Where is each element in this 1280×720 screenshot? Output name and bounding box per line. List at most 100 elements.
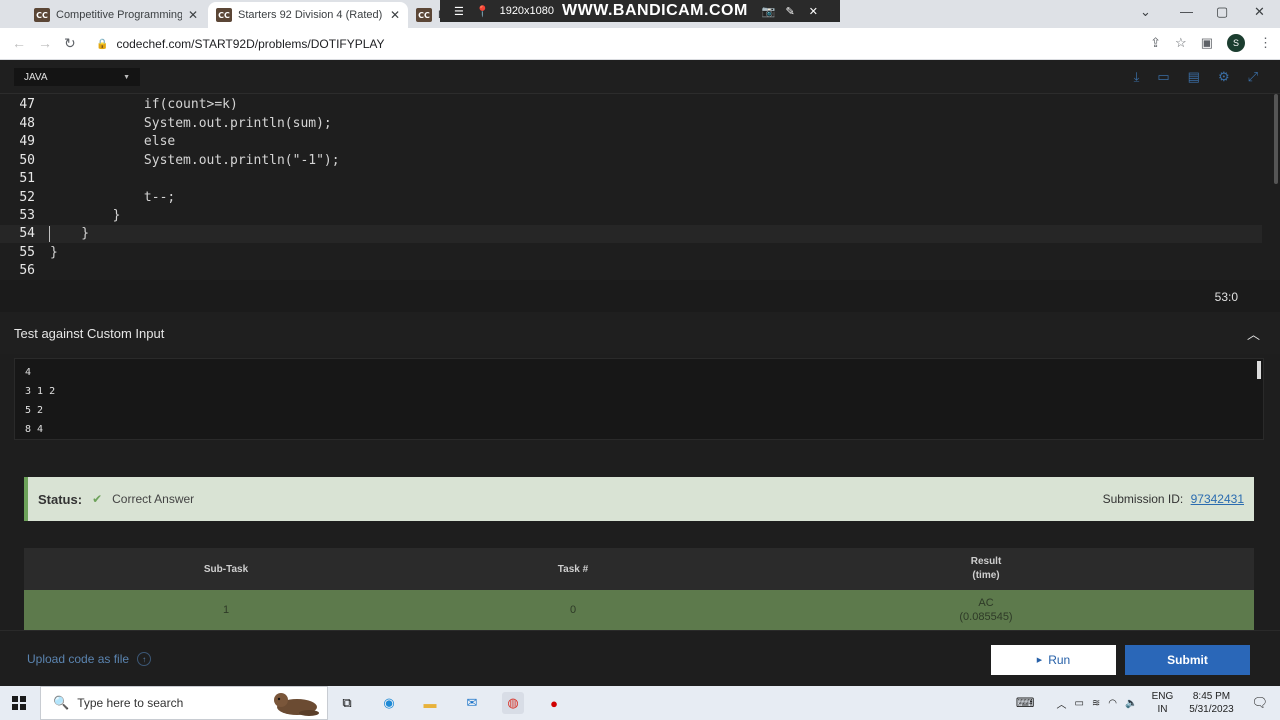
url-field[interactable]: 🔒 codechef.com/START92D/problems/DOTIFYP…: [96, 37, 385, 51]
camera-icon: 📷: [761, 5, 776, 18]
line-text: }: [50, 208, 121, 223]
download-icon[interactable]: ⤓: [1134, 69, 1140, 85]
header-task: Task #: [557, 563, 589, 575]
notification-icon[interactable]: 🗨: [1251, 695, 1268, 711]
recording-resolution: 1920x1080: [499, 5, 555, 17]
mail-icon[interactable]: ✉: [461, 692, 483, 714]
save-icon[interactable]: ▤: [1188, 69, 1200, 85]
file-explorer-icon[interactable]: ▬: [419, 692, 441, 714]
close-icon: ✕: [808, 5, 818, 18]
maximize-icon[interactable]: ▢: [1216, 4, 1228, 20]
battery-icon[interactable]: ▭: [1074, 698, 1083, 709]
language-select[interactable]: JAVA ▼: [14, 68, 140, 86]
search-icon: 🔍: [53, 695, 70, 710]
menu-icon: ☰: [454, 5, 464, 18]
code-line: 53 }: [0, 207, 1262, 225]
editor-scrollbar[interactable]: [1274, 94, 1278, 184]
chrome-icon[interactable]: ◍: [502, 692, 524, 714]
code-editor[interactable]: 47 if(count>=k) 48 System.out.println(su…: [0, 94, 1280, 280]
pin-icon: 📍: [475, 5, 490, 18]
custom-input-header[interactable]: Test against Custom Input ︿: [0, 312, 1280, 354]
code-line: 49 else: [0, 133, 1262, 151]
forward-icon[interactable]: →: [38, 35, 52, 51]
pencil-icon: ✎: [785, 5, 795, 18]
fullscreen-icon[interactable]: ⤢: [1248, 69, 1258, 85]
code-line-active: 54 }: [0, 225, 1262, 243]
close-window-icon[interactable]: ✕: [1254, 4, 1265, 20]
line-number: 51: [19, 171, 35, 186]
run-button[interactable]: ▶ Run: [991, 645, 1116, 675]
bookmark-star-icon[interactable]: ☆: [1175, 35, 1187, 51]
theme-icon[interactable]: ▭: [1157, 69, 1169, 85]
wifi-icon[interactable]: ◠: [1108, 698, 1117, 709]
code-line: 50 System.out.println("-1");: [0, 152, 1262, 170]
code-line: 47 if(count>=k): [0, 96, 1262, 114]
input-scrollbar[interactable]: [1257, 361, 1261, 379]
back-icon[interactable]: ←: [12, 35, 26, 51]
header-result-label: Result: [970, 556, 1002, 567]
chevron-up-icon[interactable]: ︿: [1247, 324, 1260, 343]
editor-footer: Upload code as file ↑ ▶ Run Submit: [0, 630, 1280, 686]
sidepanel-icon[interactable]: ▣: [1201, 35, 1213, 51]
submission-id-label: Submission ID:: [1102, 492, 1184, 506]
chevron-down-icon[interactable]: ⌄: [1140, 4, 1151, 20]
status-label: Status:: [38, 491, 83, 507]
line-number: 52: [19, 190, 35, 205]
task-view-icon[interactable]: ⧉: [336, 692, 358, 714]
kebab-menu-icon[interactable]: ⋮: [1259, 35, 1272, 51]
bandicam-record-icon[interactable]: ●: [543, 692, 565, 714]
search-placeholder: Type here to search: [77, 696, 184, 710]
system-tray: ⌨ ︿ ▭ ≋ ◠ 🔈 ENG IN 8:45 PM 5/31/2023 🗨: [1016, 686, 1280, 720]
address-bar: ← → ↻ 🔒 codechef.com/START92D/problems/D…: [0, 28, 1280, 60]
custom-input-textarea[interactable]: 4 3 1 2 5 2 8 4: [14, 358, 1264, 440]
custom-input-title: Test against Custom Input: [14, 326, 165, 341]
bandicam-brand: WWW.BANDICAM.COM: [562, 2, 748, 19]
profile-avatar[interactable]: S: [1227, 34, 1245, 52]
code-line: 52 t--;: [0, 189, 1262, 207]
taskbar-clock[interactable]: 8:45 PM 5/31/2023: [1179, 690, 1243, 716]
clock-date: 5/31/2023: [1189, 704, 1234, 715]
input-language[interactable]: ENG IN: [1145, 690, 1179, 716]
submission-id-link[interactable]: 97342431: [1191, 492, 1244, 506]
show-hidden-icons-chevron-icon[interactable]: ︿: [1056, 696, 1066, 711]
codechef-favicon-icon: CC: [416, 8, 432, 22]
line-text: else: [50, 134, 176, 149]
close-tab-icon[interactable]: ✕: [188, 8, 198, 22]
header-subtask: Sub-Task: [203, 563, 249, 575]
network-icon[interactable]: ≋: [1092, 698, 1100, 709]
keyboard-icon[interactable]: ⌨: [1016, 695, 1035, 711]
clock-time: 8:45 PM: [1192, 691, 1231, 702]
settings-gear-icon[interactable]: ⚙: [1218, 69, 1230, 85]
submit-button[interactable]: Submit: [1125, 645, 1250, 675]
cursor-position-bar: 53:0: [0, 280, 1280, 312]
line-text: System.out.println(sum);: [50, 116, 332, 131]
tab-title: Competitive Programming and C: [56, 9, 182, 21]
tab-starters-92[interactable]: CC Starters 92 Division 4 (Rated) Co ✕: [208, 2, 408, 28]
line-number: 50: [19, 153, 35, 168]
close-tab-icon[interactable]: ✕: [390, 8, 400, 22]
share-icon[interactable]: ⇪: [1150, 35, 1161, 51]
table-header: Sub-Task Task # Result (time): [24, 548, 1254, 590]
results-table: Sub-Task Task # Result (time) 1 0 AC (0.…: [24, 548, 1254, 630]
line-text: }: [50, 226, 90, 241]
line-text: }: [50, 245, 58, 260]
bandicam-overlay: ☰ 📍 1920x1080 WWW.BANDICAM.COM 📷 ✎ ✕: [440, 0, 840, 22]
line-number: 54: [19, 226, 35, 241]
code-line: 56: [0, 262, 1262, 280]
upload-code-link[interactable]: Upload code as file ↑: [27, 652, 152, 666]
line-text: t--;: [50, 190, 176, 205]
edge-browser-icon[interactable]: ◉: [378, 692, 400, 714]
tab-competitive-programming[interactable]: CC Competitive Programming and C ✕: [26, 2, 206, 28]
taskbar-search[interactable]: 🔍 Type here to search: [40, 686, 328, 720]
lang-line2: IN: [1157, 704, 1168, 715]
line-number: 56: [19, 263, 35, 278]
minimize-icon[interactable]: —: [1180, 4, 1193, 19]
status-banner: Status: ✔ Correct Answer Submission ID: …: [24, 477, 1254, 521]
reload-icon[interactable]: ↻: [64, 35, 76, 52]
cell-result-time: (0.085545): [959, 611, 1013, 623]
input-line: 5 2: [25, 405, 44, 416]
submission-id-group: Submission ID: 97342431: [1103, 492, 1244, 506]
speaker-muted-icon[interactable]: 🔈: [1125, 698, 1137, 709]
editor-toolbar: JAVA ▼ ⤓ ▭ ▤ ⚙ ⤢: [0, 60, 1280, 94]
windows-start-icon[interactable]: [12, 696, 26, 710]
